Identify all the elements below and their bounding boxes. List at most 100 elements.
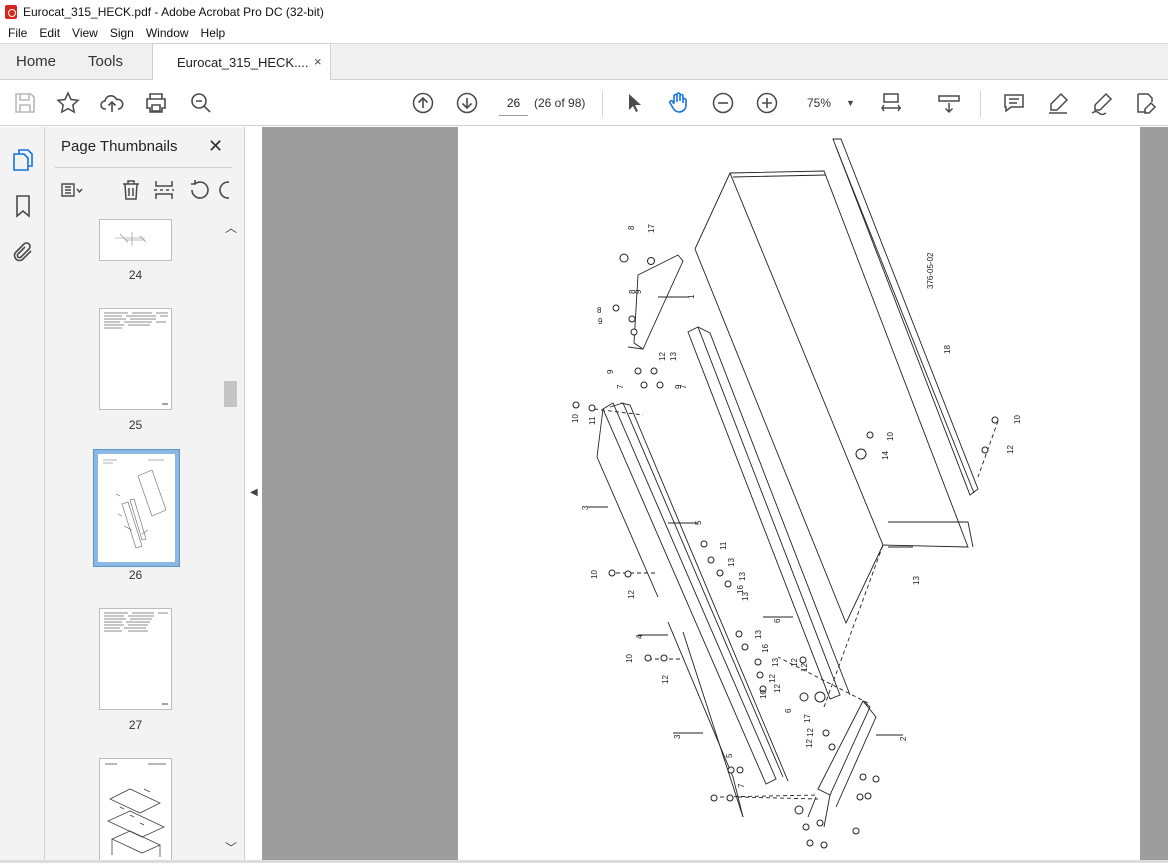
thumbnail-page-27[interactable] [99, 608, 172, 710]
part-callout-number: 12 [661, 675, 670, 684]
toolbar-divider [602, 91, 603, 117]
part-callout-number: 13 [912, 576, 921, 585]
select-arrow-icon[interactable] [622, 91, 646, 115]
panel-divider [55, 167, 232, 168]
delete-page-icon[interactable] [119, 178, 143, 202]
scroll-down-icon[interactable]: ﹀ [225, 839, 237, 856]
zoom-in-icon[interactable] [755, 91, 779, 115]
part-callout-number: 12 [627, 590, 636, 599]
part-callout-number: 6 [773, 618, 782, 623]
part-callout-number: 13 [754, 630, 763, 639]
part-callout-number: 1 [687, 294, 696, 299]
fit-page-icon[interactable] [880, 91, 904, 115]
menu-view[interactable]: View [66, 26, 104, 40]
zoom-level[interactable]: 75% [807, 96, 831, 110]
drawing-reference-code: 376-05-02 [926, 252, 935, 289]
zoom-out-icon[interactable] [711, 91, 735, 115]
split-page-icon[interactable] [152, 178, 176, 202]
sign-icon[interactable] [1090, 91, 1114, 115]
part-callout-number: 6 [784, 708, 793, 713]
bookmarks-icon[interactable] [11, 194, 35, 218]
acrobat-logo-icon [5, 4, 17, 19]
edit-pdf-icon[interactable] [1134, 91, 1158, 115]
thumbnail-options-icon[interactable] [59, 178, 83, 202]
menu-bar: File Edit View Sign Window Help [0, 23, 1168, 43]
rotate-clockwise-icon[interactable] [217, 178, 229, 202]
page-count: (26 of 98) [534, 96, 586, 110]
part-callout-number: 10 [1013, 415, 1022, 424]
part-callout-number: 17 [647, 224, 656, 233]
hand-icon[interactable] [666, 91, 690, 115]
part-callout-number: 13 [741, 592, 750, 601]
navigation-rail [0, 127, 45, 863]
tab-bar: Home Tools Eurocat_315_HECK.... × [0, 43, 1168, 81]
part-callout-number: 11 [588, 416, 597, 425]
tab-document[interactable]: Eurocat_315_HECK.... × [152, 43, 331, 81]
thumbnail-label-24: 24 [128, 268, 143, 282]
part-callout-number: 8 [597, 306, 602, 315]
print-icon[interactable] [144, 91, 168, 115]
menu-window[interactable]: Window [140, 26, 195, 40]
exploded-parts-drawing: 376-05-02 8 17 1 9 8 8 9 12 13 9 9 7 7 1… [571, 138, 1022, 849]
rotate-counterclockwise-icon[interactable] [187, 178, 211, 202]
menu-help[interactable]: Help [195, 26, 232, 40]
part-callout-number: 12 [658, 352, 667, 361]
part-callouts: 376-05-02 8 17 1 9 8 8 9 12 13 9 9 7 7 1… [571, 224, 1022, 788]
thumbnail-label-27: 27 [128, 718, 143, 732]
page-thumbnails-icon[interactable] [11, 148, 35, 172]
part-callout-number: 13 [771, 658, 780, 667]
scroll-up-icon[interactable]: ︿ [225, 219, 237, 236]
part-callout-number: 3 [581, 505, 590, 510]
save-icon[interactable] [13, 91, 37, 115]
part-callout-number: 13 [727, 558, 736, 567]
part-callout-number: 7 [616, 384, 625, 389]
part-callout-number: 10 [590, 570, 599, 579]
menu-sign[interactable]: Sign [104, 26, 140, 40]
close-tab-icon[interactable]: × [314, 54, 322, 69]
page-down-icon[interactable] [455, 91, 479, 115]
part-callout-number: 12 [790, 658, 799, 667]
menu-file[interactable]: File [2, 26, 33, 40]
part-callout-number: 7 [679, 384, 688, 389]
part-callout-number: 12 [805, 739, 814, 748]
part-callout-number: 5 [725, 753, 734, 758]
search-zoom-icon[interactable] [189, 91, 213, 115]
tab-home[interactable]: Home [16, 44, 56, 80]
collapse-panel-icon[interactable]: ◀ [250, 487, 258, 498]
part-callout-number: 12 [773, 684, 782, 693]
thumbnail-page-28[interactable] [99, 758, 172, 863]
upload-icon[interactable] [100, 91, 124, 115]
part-callout-number: 13 [738, 572, 747, 581]
part-callout-number: 11 [719, 541, 728, 550]
part-callout-number: 2 [899, 736, 908, 741]
part-callout-number: 12 [806, 728, 815, 737]
part-callout-number: 10 [625, 654, 634, 663]
scroll-mode-icon[interactable] [937, 91, 961, 115]
thumbnail-page-24[interactable] [99, 219, 172, 261]
thumbnail-label-25: 25 [128, 418, 143, 432]
page-number-input[interactable] [499, 90, 528, 116]
part-callout-number: 10 [759, 690, 768, 699]
page-up-icon[interactable] [411, 91, 435, 115]
menu-edit[interactable]: Edit [33, 26, 66, 40]
part-callout-number: 7 [737, 783, 746, 788]
part-callout-number: 3 [673, 734, 682, 739]
thumbnail-list [45, 219, 230, 863]
highlight-icon[interactable] [1046, 91, 1070, 115]
part-callout-number: 10 [886, 432, 895, 441]
page-thumbnails-panel: Page Thumbnails ✕ 24 25 26 27 [45, 127, 245, 863]
part-callout-number: 16 [761, 644, 770, 653]
thumbnail-page-25[interactable] [99, 308, 172, 410]
part-callout-number: 12 [768, 674, 777, 683]
part-callout-number: 8 [628, 289, 637, 294]
comment-icon[interactable] [1002, 91, 1026, 115]
attachments-icon[interactable] [11, 240, 35, 264]
zoom-dropdown-icon[interactable]: ▼ [846, 98, 855, 108]
close-panel-icon[interactable]: ✕ [208, 136, 223, 157]
tab-tools[interactable]: Tools [88, 44, 123, 80]
part-callout-number: 5 [694, 520, 703, 525]
part-callout-number: 14 [881, 451, 890, 460]
panel-scrollbar-thumb[interactable] [224, 381, 237, 407]
thumbnail-page-26[interactable] [93, 449, 180, 567]
bookmark-star-icon[interactable] [56, 91, 80, 115]
